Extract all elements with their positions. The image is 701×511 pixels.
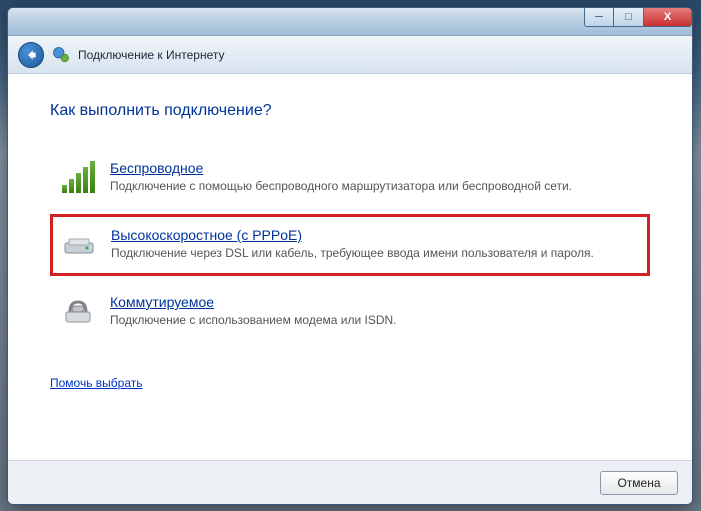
option-body: Коммутируемое Подключение с использовани… xyxy=(110,294,640,330)
modem-icon xyxy=(61,227,97,263)
close-button[interactable]: X xyxy=(644,7,692,27)
option-desc: Подключение через DSL или кабель, требую… xyxy=(111,245,639,261)
header-bar: Подключение к Интернету xyxy=(8,36,692,74)
cancel-button[interactable]: Отмена xyxy=(600,471,678,495)
option-body: Беспроводное Подключение с помощью беспр… xyxy=(110,160,640,196)
minimize-button[interactable]: ─ xyxy=(584,7,614,27)
option-body: Высокоскоростное (с PPPoE) Подключение ч… xyxy=(111,227,639,263)
option-title: Коммутируемое xyxy=(110,294,640,310)
help-me-choose-link[interactable]: Помочь выбрать xyxy=(50,376,143,390)
back-arrow-icon xyxy=(24,48,38,62)
wizard-window: ─ □ X Подключение к Интернету Как выполн… xyxy=(7,7,693,505)
option-desc: Подключение с использованием модема или … xyxy=(110,312,640,328)
titlebar: ─ □ X xyxy=(8,8,692,36)
option-broadband-pppoe[interactable]: Высокоскоростное (с PPPoE) Подключение ч… xyxy=(50,214,650,276)
window-controls: ─ □ X xyxy=(584,7,692,27)
wireless-bars-icon xyxy=(60,160,96,196)
option-wireless[interactable]: Беспроводное Подключение с помощью беспр… xyxy=(50,148,650,208)
globe-network-icon xyxy=(52,46,70,64)
option-dialup[interactable]: Коммутируемое Подключение с использовани… xyxy=(50,282,650,342)
window-title: Подключение к Интернету xyxy=(78,48,225,62)
option-title: Беспроводное xyxy=(110,160,640,176)
option-title: Высокоскоростное (с PPPoE) xyxy=(111,227,639,243)
back-button[interactable] xyxy=(18,42,44,68)
phone-modem-icon xyxy=(60,294,96,330)
content-area: Как выполнить подключение? Беспроводное … xyxy=(8,74,692,460)
maximize-button[interactable]: □ xyxy=(614,7,644,27)
option-desc: Подключение с помощью беспроводного марш… xyxy=(110,178,640,194)
footer-bar: Отмена xyxy=(8,460,692,504)
page-heading: Как выполнить подключение? xyxy=(50,102,650,120)
